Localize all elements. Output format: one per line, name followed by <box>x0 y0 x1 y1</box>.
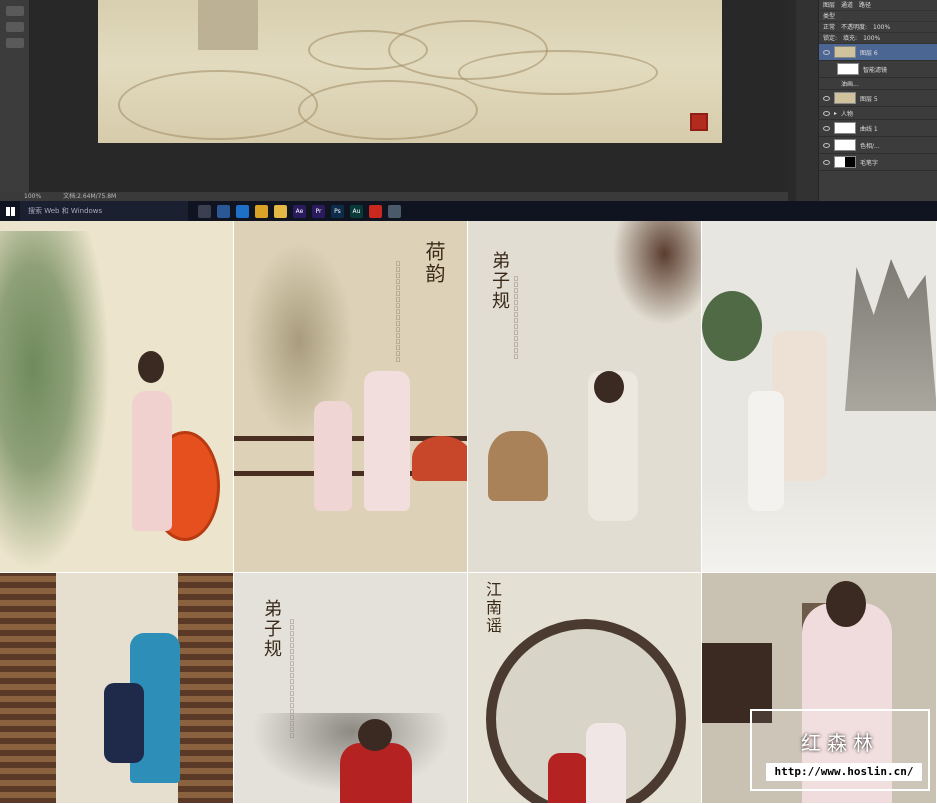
watermark-name: 红森林 <box>801 731 879 755</box>
layer-name: 毛笔字 <box>860 159 879 167</box>
folder-icon: ▸ <box>834 109 838 117</box>
layer-name: 智能滤镜 <box>863 66 888 74</box>
layer-thumbnail <box>834 156 856 168</box>
document-canvas[interactable] <box>98 0 722 143</box>
poem-text: □□□□□□□□□□□□□□ <box>513 276 519 360</box>
photo-willow-umbrella[interactable] <box>0 221 234 573</box>
tool-icon[interactable] <box>5 38 24 48</box>
panel-tabs: 图层 通道 路径 <box>819 0 937 11</box>
dizigui-title: 弟子规 <box>261 599 282 659</box>
layer-thumbnail <box>834 122 856 134</box>
photo-jiangnan-moon-gate[interactable]: 江南谣 <box>468 573 702 804</box>
layer-name: 色相/... <box>860 142 880 150</box>
opacity-value[interactable]: 100% <box>873 22 890 32</box>
search-box[interactable]: 搜索 Web 和 Windows <box>20 201 188 221</box>
audition-icon[interactable]: Au <box>350 204 363 218</box>
layer-thumbnail <box>834 92 856 104</box>
poem-text: □□□□□□□□□□□□□□□□□□□□ <box>289 619 295 739</box>
fill-value[interactable]: 100% <box>863 33 880 43</box>
layer-row[interactable]: 图层 5 <box>819 90 937 107</box>
fill-label: 填充: <box>843 35 858 42</box>
status-bar: 100% 文档:2.64M/75.8M <box>0 192 788 201</box>
layer-thumbnail <box>834 46 856 58</box>
blend-mode-select[interactable]: 正常 <box>823 22 835 32</box>
layer-name: 图层 6 <box>860 49 878 57</box>
record-icon[interactable] <box>369 204 382 218</box>
photoshop-icon[interactable]: Ps <box>331 204 344 218</box>
visibility-eye-icon[interactable] <box>823 142 830 148</box>
explorer-icon[interactable] <box>274 204 287 218</box>
vertical-scrollbar[interactable] <box>788 0 796 201</box>
blend-row: 正常 不透明度: 100% <box>819 22 937 33</box>
photo-dizigui-boy[interactable]: 弟子规 □□□□□□□□□□□□□□ <box>468 221 702 573</box>
edge-icon[interactable] <box>236 204 249 218</box>
filter-row: 类型 <box>819 11 937 22</box>
photo-mother-son-mountain[interactable] <box>702 221 937 573</box>
layer-row[interactable]: 智能滤镜 <box>819 61 937 78</box>
tool-icon[interactable] <box>5 6 24 16</box>
photo-mother-son-screens[interactable] <box>0 573 234 804</box>
tab-paths[interactable]: 路径 <box>859 0 871 10</box>
visibility-eye-icon[interactable] <box>823 49 830 55</box>
layer-thumbnail <box>834 139 856 151</box>
layer-name: 曲线 1 <box>860 125 878 133</box>
visibility-eye-icon[interactable] <box>823 95 830 101</box>
canvas-area <box>30 0 788 192</box>
red-seal-stamp <box>690 113 708 131</box>
zoom-level[interactable]: 100% <box>24 193 41 200</box>
photo-dizigui-snow[interactable]: 弟子规 □□□□□□□□□□□□□□□□□□□□ <box>234 573 468 804</box>
layer-row[interactable]: 曲线 1 <box>819 120 937 137</box>
windows-logo-icon <box>5 206 15 216</box>
tab-layers[interactable]: 图层 <box>823 0 835 10</box>
watermark-url: http://www.hoslin.cn/ <box>766 763 922 781</box>
store-icon[interactable] <box>217 204 230 218</box>
dizigui-title: 弟子规 <box>489 251 510 311</box>
task-view-icon[interactable] <box>198 204 211 218</box>
windows-taskbar: 搜索 Web 和 Windows Ae Pr Ps Au <box>0 201 937 221</box>
jiangnan-title: 江南谣 <box>483 581 502 635</box>
chrome-icon[interactable] <box>255 204 268 218</box>
lock-row: 锁定: 填充: 100% <box>819 33 937 44</box>
layer-thumbnail <box>837 63 859 75</box>
lotus-title: 荷韵 <box>422 241 446 285</box>
photos-icon[interactable] <box>388 204 401 218</box>
layer-group-row[interactable]: ▸ 人物 <box>819 107 937 120</box>
layer-row[interactable]: 色相/... <box>819 137 937 154</box>
layer-name: 人物 <box>841 110 854 118</box>
poem-text: □□□□□□□□□□□□□□□□□ <box>395 261 401 363</box>
layer-row[interactable]: 图层 6 <box>819 44 937 61</box>
photoshop-window: 100% 文档:2.64M/75.8M 图层 通道 路径 类型 正常 不透明度:… <box>0 0 937 201</box>
opacity-label: 不透明度: <box>841 24 868 31</box>
visibility-eye-icon[interactable] <box>823 159 830 165</box>
visibility-eye-icon[interactable] <box>823 110 830 116</box>
tools-panel <box>0 0 30 192</box>
watermark: 红森林 http://www.hoslin.cn/ <box>750 709 930 791</box>
layer-name: 油画... <box>841 81 859 88</box>
lock-label: 锁定: <box>823 35 838 42</box>
filter-kind-select[interactable]: 类型 <box>823 11 835 21</box>
tool-icon[interactable] <box>5 22 24 32</box>
layer-name: 图层 5 <box>860 95 878 103</box>
after-effects-icon[interactable]: Ae <box>293 204 306 218</box>
photo-lotus-girls[interactable]: 荷韵 □□□□□□□□□□□□□□□□□ <box>234 221 468 573</box>
doc-size: 文档:2.64M/75.8M <box>63 193 117 200</box>
layer-row[interactable]: 油画... <box>819 78 937 90</box>
taskbar-apps: Ae Pr Ps Au <box>198 204 401 218</box>
tab-channels[interactable]: 通道 <box>841 0 853 10</box>
layers-panel: 图层 通道 路径 类型 正常 不透明度: 100% 锁定: 填充: 100% 图… <box>818 0 937 201</box>
visibility-eye-icon[interactable] <box>823 125 830 131</box>
premiere-icon[interactable]: Pr <box>312 204 325 218</box>
layer-row[interactable]: 毛笔字 <box>819 154 937 171</box>
start-button[interactable] <box>0 201 20 221</box>
